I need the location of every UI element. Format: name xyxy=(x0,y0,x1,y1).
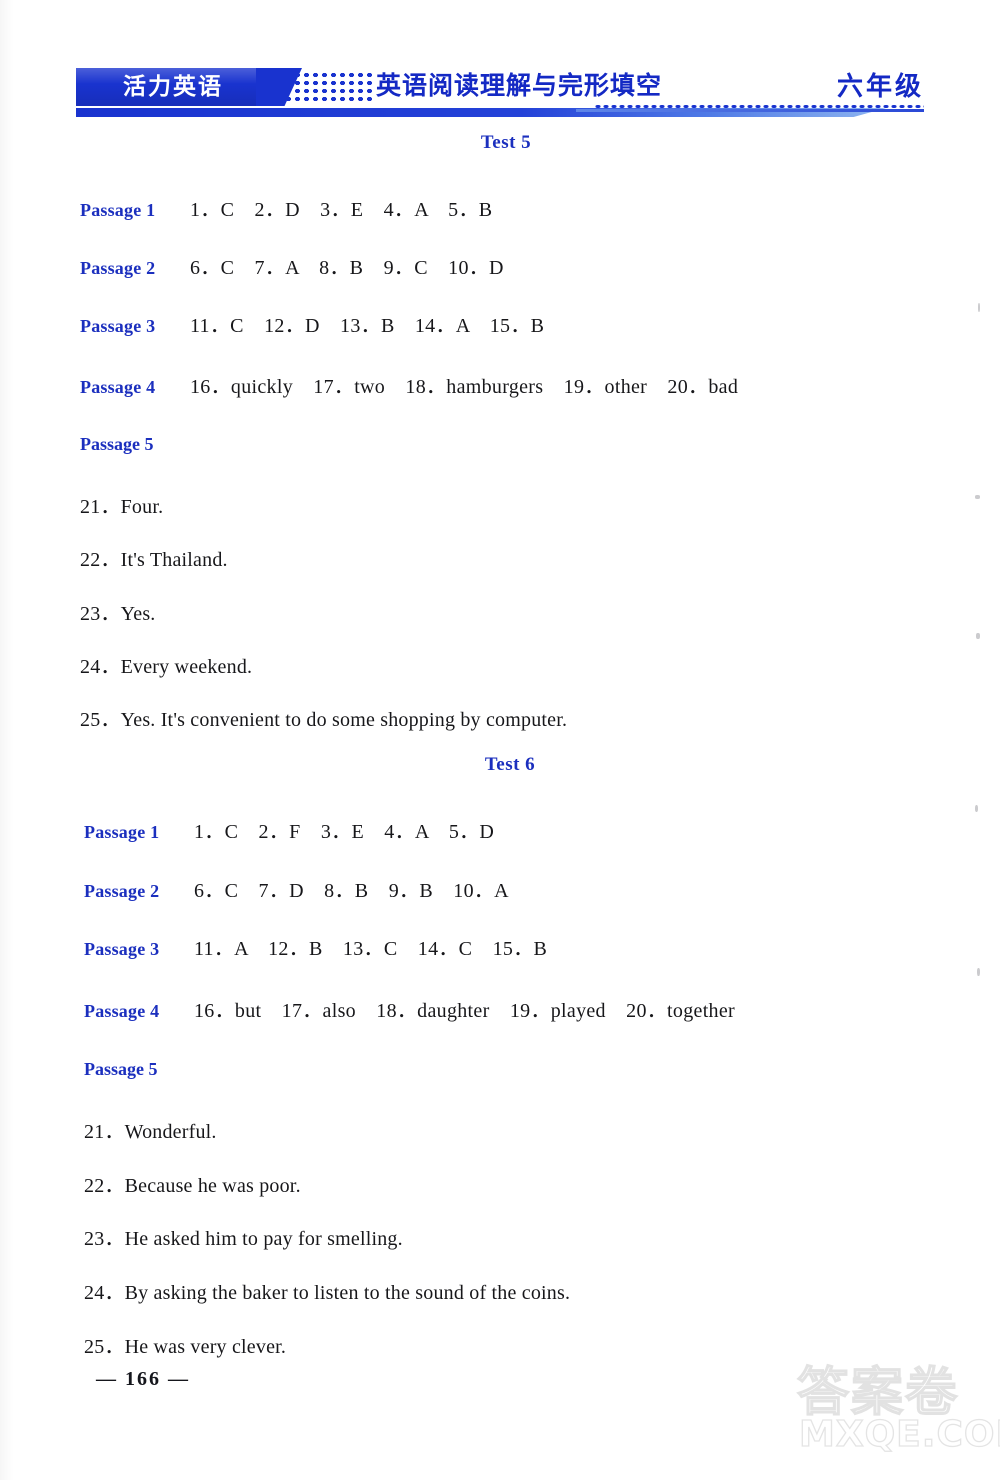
test5-answer-25: 25．Yes. It's convenient to do some shopp… xyxy=(80,709,568,731)
test5-passage-1-row: Passage 1 1．C 2．D 3．E 4．A 5．B xyxy=(80,193,492,222)
test6-answer-25: 25．He was very clever. xyxy=(84,1336,287,1358)
passage-label: Passage 4 xyxy=(84,1001,160,1021)
test6-passage-1-row: Passage 1 1．C 2．F 3．E 4．A 5．D xyxy=(84,815,494,844)
test-heading-6: Test 6 xyxy=(484,754,536,775)
passage-label: Passage 2 xyxy=(80,258,156,278)
test5-passage-2-row: Passage 2 6．C 7．A 8．B 9．C 10．D xyxy=(80,251,504,280)
scan-speck xyxy=(976,633,980,639)
passage-answers: 16．quickly 17．two 18．hamburgers 19．other… xyxy=(190,376,739,398)
test6-passage-4-row: Passage 4 16．but 17．also 18．daughter 19．… xyxy=(84,994,735,1023)
passage-answers: 1．C 2．F 3．E 4．A 5．D xyxy=(194,821,495,843)
scan-speck xyxy=(978,303,980,312)
header-bottom-bar-accent xyxy=(576,109,924,112)
page-header: 活力英语 英语阅读理解与完形填空 六年级 xyxy=(76,64,924,117)
passage-label: Passage 1 xyxy=(80,200,156,220)
test5-passage-3-row: Passage 3 11．C 12．D 13．B 14．A 15．B xyxy=(80,309,544,338)
watermark-site-text: MXQE.COM xyxy=(798,1413,1000,1455)
passage-label: Passage 2 xyxy=(84,881,160,901)
passage-answers: 6．C 7．A 8．B 9．C 10．D xyxy=(190,257,504,279)
passage-answers: 16．but 17．also 18．daughter 19．played 20．… xyxy=(194,1000,735,1022)
passage-answers: 11．A 12．B 13．C 14．C 15．B xyxy=(194,938,548,960)
page-number: — 166 — xyxy=(96,1368,190,1390)
page-edge-shadow xyxy=(0,0,14,1480)
test5-answer-22: 22．It's Thailand. xyxy=(80,549,228,571)
passage-label: Passage 4 xyxy=(80,377,156,397)
scan-speck xyxy=(975,805,978,812)
test6-answer-24: 24．By asking the baker to listen to the … xyxy=(84,1282,571,1304)
passage-label: Passage 3 xyxy=(84,939,160,959)
test6-answer-22: 22．Because he was poor. xyxy=(84,1175,301,1197)
test5-answer-24: 24．Every weekend. xyxy=(80,656,253,678)
test-heading-5: Test 5 xyxy=(480,132,532,153)
test5-answer-21: 21．Four. xyxy=(80,496,164,518)
test6-passage-2-row: Passage 2 6．C 7．D 8．B 9．B 10．A xyxy=(84,874,509,903)
test5-passage-4-row: Passage 4 16．quickly 17．two 18．hamburger… xyxy=(80,370,738,399)
scan-speck xyxy=(975,495,980,499)
test5-passage-5-label: Passage 5 xyxy=(80,434,154,454)
test6-passage-5-label: Passage 5 xyxy=(84,1059,158,1079)
header-title: 英语阅读理解与完形填空 xyxy=(376,71,663,100)
passage-label: Passage 1 xyxy=(84,822,160,842)
header-grade-label: 六年级 xyxy=(836,72,924,102)
brand-label: 活力英语 xyxy=(123,74,223,100)
test5-answer-23: 23．Yes. xyxy=(80,603,156,625)
watermark: 答案卷 MXQE.COM xyxy=(795,1350,1000,1475)
test6-answer-23: 23．He asked him to pay for smelling. xyxy=(84,1228,403,1250)
scan-speck xyxy=(977,968,980,976)
test6-passage-3-row: Passage 3 11．A 12．B 13．C 14．C 15．B xyxy=(84,932,547,961)
passage-answers: 1．C 2．D 3．E 4．A 5．B xyxy=(190,199,493,221)
watermark-chinese-text: 答案卷 xyxy=(796,1362,960,1423)
test6-answer-21: 21．Wonderful. xyxy=(84,1121,217,1143)
passage-answers: 11．C 12．D 13．B 14．A 15．B xyxy=(190,315,545,337)
passage-answers: 6．C 7．D 8．B 9．B 10．A xyxy=(194,880,509,902)
passage-label: Passage 3 xyxy=(80,316,156,336)
